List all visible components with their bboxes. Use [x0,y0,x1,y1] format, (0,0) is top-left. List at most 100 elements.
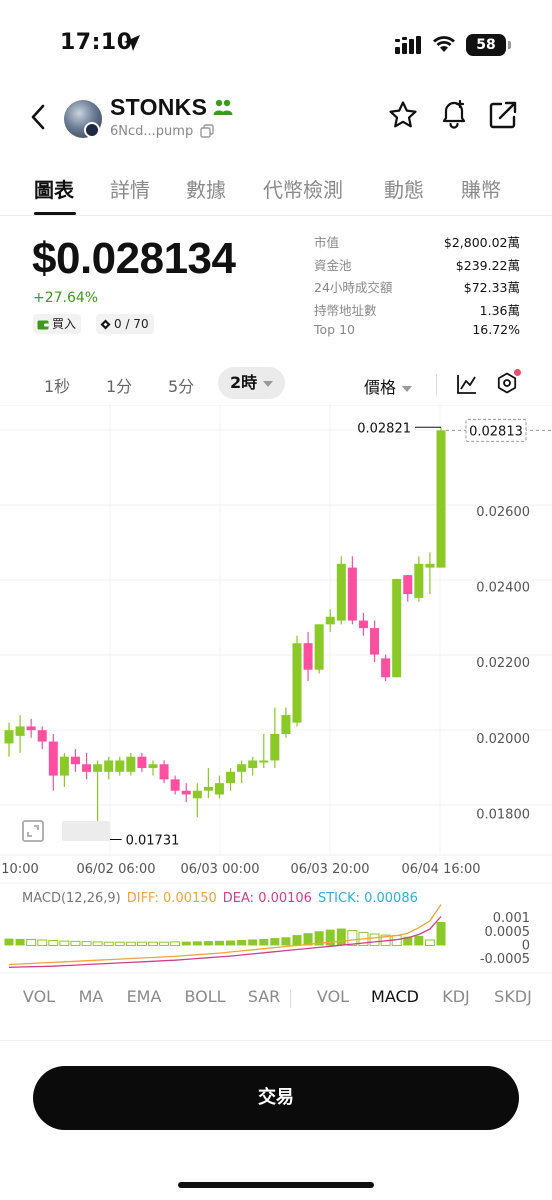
holders-ratio: 0 / 70 [114,317,149,331]
interval-2h[interactable]: 2時 [218,367,286,399]
buy-chip[interactable]: 買入 [33,314,82,334]
status-bar: 17:10 58 [0,0,552,80]
macd-panel: MACD(12,26,9) DIFF: 0.00150 DEA: 0.00106 ST… [4,891,530,968]
tab-chart[interactable]: 圖表 [34,174,74,203]
token-header: STONKS 6Ncd...pump [0,86,552,146]
holders-ratio-chip[interactable]: 0 / 70 [96,314,154,334]
ind-tab-boll[interactable]: BOLL [184,987,225,1006]
macd-stick-bar [125,941,136,946]
location-arrow-icon [124,35,140,51]
buy-label: 買入 [52,317,77,331]
candle-body [314,624,324,670]
stat-value: $239.22萬 [455,257,520,273]
x-tick-label: 06/03 00:00 [180,862,259,877]
candle-body [93,764,103,772]
low-price-label: 0.01731 [126,833,180,848]
stat-label: 持幣地址數 [314,302,377,318]
ind-tab-ma[interactable]: MA [79,987,104,1006]
macd-stick-bar [226,940,236,946]
macd-diff-label: DIFF: 0.00150 [127,891,217,906]
indicator-tabs: VOL MA EMA BOLL SAR VOL MACD KDJ SKDJ [0,984,552,1014]
candle-body [48,741,58,776]
tab-activity[interactable]: 動態 [384,174,424,203]
high-price-label: 0.02821 [357,421,411,436]
divider [290,990,291,1008]
candle-body [325,616,335,625]
stat-label: 市值 [314,235,340,250]
stat-value: 16.72% [472,322,520,337]
candle-body [170,779,180,791]
ind-tab-sub-vol[interactable]: VOL [317,987,349,1006]
y-tick-label: 0.02200 [476,656,530,671]
trade-button[interactable]: 交易 [33,1066,519,1130]
interval-1s[interactable]: 1秒 [44,373,70,397]
candle-body [26,726,36,731]
y-tick-label: 0.02600 [476,505,530,520]
macd-stick-bar [37,939,48,946]
tab-details[interactable]: 詳情 [110,174,150,203]
stat-value: $2,800.02萬 [443,235,520,250]
candle-body [226,771,236,784]
interval-5m[interactable]: 5分 [168,373,194,397]
tab-token-check[interactable]: 代幣檢測 [263,174,343,203]
favorite-star-icon[interactable] [388,100,418,130]
x-tick-label: 06/02 06:00 [76,862,155,877]
candle-body [148,764,158,769]
macd-stick-bar [203,941,213,946]
copy-icon[interactable] [200,124,214,138]
macd-stick-bar [192,941,202,946]
stat-label: 24小時成交額 [314,280,393,295]
macd-stick-bar [436,922,446,946]
token-address: 6Ncd...pump [110,124,194,139]
ind-tab-skdj[interactable]: SKDJ [494,987,532,1006]
candle-body [370,628,380,655]
fullscreen-icon [22,820,44,842]
macd-stick-bar [92,941,103,946]
ind-tab-kdj[interactable]: KDJ [442,987,470,1006]
candle-body [281,715,291,734]
chevron-down-icon [402,385,413,392]
macd-stick-bar [114,941,125,946]
stat-row: 市值 $2,800.02萬 [314,232,520,255]
stat-row: 持幣地址數 1.36萬 [314,300,520,323]
candle-body [104,760,114,772]
tab-earn[interactable]: 賺幣 [461,174,501,203]
macd-dea-label: DEA: 0.00106 [223,891,312,906]
price-mode-label: 價格 [364,378,397,397]
candle-body [82,764,92,772]
ind-tab-sar[interactable]: SAR [248,987,281,1006]
share-external-icon[interactable] [488,100,518,130]
tab-data[interactable]: 數據 [186,174,226,203]
ind-tab-ema[interactable]: EMA [127,987,162,1006]
cellular-signal-icon [395,36,421,54]
back-chevron-icon[interactable] [28,104,48,130]
ind-tab-macd[interactable]: MACD [371,987,419,1006]
price-alert-bell-icon[interactable] [438,98,470,130]
ind-tab-vol[interactable]: VOL [23,987,55,1006]
battery-nub [508,41,511,49]
macd-stick-bar [214,940,224,946]
macd-stick-bar [159,941,170,946]
macd-legend: MACD(12,26,9) DIFF: 0.00150 DEA: 0.00106 ST… [22,891,418,906]
candle-body [181,790,191,795]
divider [0,1040,552,1041]
candle-body [248,760,258,769]
macd-stick-bar [59,940,70,946]
fullscreen-arrows-icon [27,825,39,837]
candle-body [259,760,269,763]
candle-body [70,756,80,765]
macd-stick-bar [259,938,269,946]
home-indicator [178,1182,374,1188]
macd-stick-bar [281,937,291,946]
interval-1m[interactable]: 1分 [106,373,132,397]
stat-label: Top 10 [314,322,355,337]
price-chart[interactable]: 0.02600 0.02400 0.02200 0.02000 0.01800 0.028… [0,405,552,975]
battery-icon: 58 [466,34,506,56]
candle-body [403,575,413,595]
candle-body [15,726,25,736]
stat-label: 資金池 [314,257,352,273]
x-tick-label: 06/03 20:00 [290,862,369,877]
candle-body [303,643,313,670]
price-mode-dropdown[interactable]: 價格 [364,374,413,398]
indicator-chart-icon[interactable] [456,373,478,395]
